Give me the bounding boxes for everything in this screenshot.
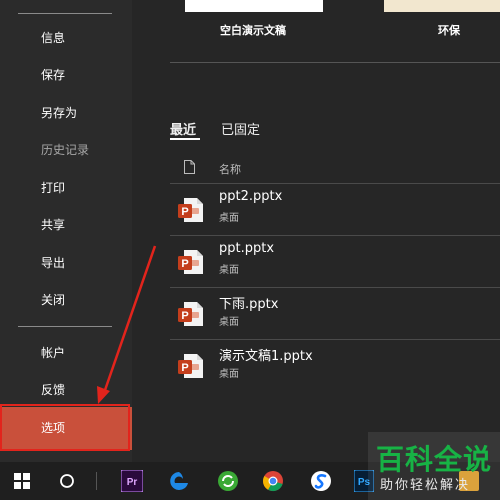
sogou-app-button[interactable] [305, 462, 337, 500]
backstage-sidebar: 信息 保存 另存为 历史记录 打印 共享 导出 关闭 帐户 反馈 选项 [0, 0, 132, 462]
powerpoint-file-icon: P [178, 354, 203, 378]
template-label-blank[interactable]: 空白演示文稿 [220, 22, 286, 38]
file-name: 演示文稿1.pptx [219, 349, 313, 364]
sidebar-item-options[interactable]: 选项 [0, 407, 132, 450]
sidebar-item-save[interactable]: 保存 [0, 57, 132, 93]
file-row[interactable]: P ppt2.pptx 桌面 [170, 183, 500, 235]
sidebar-item-history[interactable]: 历史记录 [0, 132, 132, 168]
backstage-main: 空白演示文稿 环保 最近 已固定 名称 P ppt2.pptx 桌面 P ppt… [132, 0, 500, 462]
watermark-title: 百科全说 [376, 443, 493, 476]
powerpoint-file-icon: P [178, 198, 203, 222]
template-label-eco[interactable]: 环保 [438, 22, 460, 38]
file-location: 桌面 [219, 369, 239, 380]
document-icon [184, 160, 195, 174]
sidebar-divider [18, 326, 112, 327]
edge-browser-icon [170, 472, 188, 490]
cortana-circle-icon [60, 474, 74, 488]
powerpoint-file-icon: P [178, 250, 203, 274]
column-header-name[interactable]: 名称 [219, 161, 241, 177]
svg-text:P: P [181, 310, 188, 322]
powerpoint-file-icon: P [178, 302, 203, 326]
file-row[interactable]: P 下雨.pptx 桌面 [170, 287, 500, 339]
tab-pinned[interactable]: 已固定 [221, 119, 260, 138]
tab-recent[interactable]: 最近 [170, 119, 196, 138]
edge-app-button[interactable] [163, 462, 195, 500]
template-thumbnail-eco[interactable] [384, 0, 500, 12]
taskbar-separator [96, 472, 97, 490]
sidebar-item-share[interactable]: 共享 [0, 207, 132, 243]
svg-text:P: P [181, 206, 188, 218]
refresh-app-button[interactable] [212, 462, 244, 500]
sidebar-item-close[interactable]: 关闭 [0, 282, 132, 318]
file-name: 下雨.pptx [219, 297, 279, 312]
sidebar-item-export[interactable]: 导出 [0, 245, 132, 281]
baike-watermark: 百科全说 助你轻松解决 [368, 432, 500, 500]
green-refresh-app-icon [218, 471, 238, 491]
chrome-browser-icon [262, 471, 283, 492]
sogou-browser-icon [311, 471, 331, 491]
file-name: ppt2.pptx [219, 189, 283, 204]
file-location: 桌面 [219, 265, 239, 276]
row-divider [170, 183, 500, 184]
search-button[interactable] [51, 462, 83, 500]
sidebar-item-feedback[interactable]: 反馈 [0, 372, 132, 408]
active-tab-underline [170, 138, 200, 140]
row-divider [170, 287, 500, 288]
section-divider [170, 62, 500, 63]
svg-text:P: P [181, 258, 188, 270]
premiere-app-button[interactable]: Pr [116, 462, 148, 500]
svg-text:Pr: Pr [127, 477, 138, 488]
row-divider [170, 235, 500, 236]
file-row[interactable]: P ppt.pptx 桌面 [170, 235, 500, 287]
sidebar-divider [18, 13, 112, 14]
start-button[interactable] [6, 462, 38, 500]
file-name: ppt.pptx [219, 241, 275, 256]
file-location: 桌面 [219, 213, 239, 224]
watermark-subtitle: 助你轻松解决 [380, 478, 471, 493]
sidebar-item-info[interactable]: 信息 [0, 20, 132, 56]
file-location: 桌面 [219, 317, 239, 328]
premiere-pro-icon: Pr [121, 470, 143, 492]
sidebar-item-print[interactable]: 打印 [0, 170, 132, 206]
chrome-app-button[interactable] [257, 462, 289, 500]
windows-logo-icon [14, 473, 30, 489]
file-row[interactable]: P 演示文稿1.pptx 桌面 [170, 339, 500, 391]
row-divider [170, 339, 500, 340]
svg-text:P: P [181, 362, 188, 374]
sidebar-item-save-as[interactable]: 另存为 [0, 95, 132, 131]
template-thumbnail-blank[interactable] [185, 0, 323, 12]
sidebar-item-account[interactable]: 帐户 [0, 335, 132, 371]
